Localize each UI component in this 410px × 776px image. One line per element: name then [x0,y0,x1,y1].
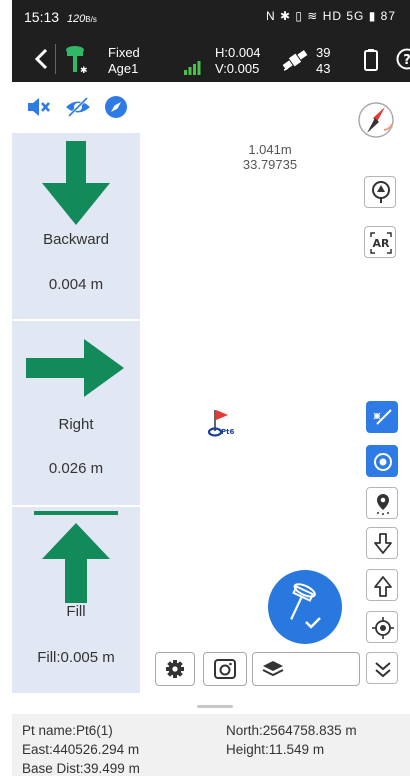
backward-cell: Backward 0.004 m [12,133,140,319]
settings-button[interactable] [155,652,195,686]
previous-point-button[interactable] [366,569,398,601]
collect-point-button[interactable] [268,570,342,644]
point-info-panel: Pt name:Pt6(1) North:2564758.835 m East:… [12,714,410,776]
layers-button[interactable] [252,652,360,686]
target-distance: 1.041m [248,142,292,157]
gear-icon [166,660,184,678]
arrow-right-icon [26,339,124,397]
svg-text:?: ? [403,53,410,68]
chevron-left-icon [34,48,48,70]
satellites-used: 43 [316,61,331,76]
fill-value: Fill:0.005 m [37,649,115,666]
camera-icon [214,659,236,679]
target-eye-icon [374,453,392,471]
north-compass-icon[interactable] [356,100,396,140]
arrow-up-outline-icon [374,576,392,597]
receiver-battery-icon[interactable] [364,49,378,71]
drag-handle[interactable] [197,705,233,708]
back-button[interactable] [32,46,52,72]
status-bar: 15:13 120B/s N ✱ ▯ ≋ HD 5G ▮ 87 [12,0,410,36]
right-label: Right [58,416,94,433]
layers-icon [262,661,284,677]
laser-icon [373,409,392,425]
locate-button[interactable] [366,611,398,643]
backward-value: 0.004 m [48,276,104,293]
arrow-down-outline-icon [374,533,392,554]
stakeout-guidance-panel: Backward 0.004 m Right 0.026 m Fill Fill… [12,133,140,693]
backward-label: Backward [43,231,109,248]
header-divider [55,44,56,74]
fill-cell: Fill Fill:0.005 m [12,507,140,693]
double-chevron-down-icon [375,662,391,678]
status-time: 15:13 120B/s [24,9,97,25]
vertical-precision: V:0.005 [215,61,260,76]
fill-label: Fill [66,603,86,620]
laser-measure-button[interactable] [366,401,398,433]
arrow-down-icon [42,141,110,225]
east-coordinate: East:440526.294 m [22,742,140,757]
target-point-flag-icon[interactable]: Pt6 [204,407,240,439]
hide-eye-icon[interactable] [64,95,92,119]
arrow-up-fill-icon [34,511,118,603]
target-bearing: 33.79735 [242,157,298,172]
crosshair-icon [372,617,394,639]
stakeout-settings-button[interactable] [364,176,396,208]
camera-button[interactable] [203,652,247,686]
satellites-tracked: 39 [316,45,331,60]
location-pin-icon [377,494,389,515]
target-point-label: Pt6 [221,428,234,436]
clock: 15:13 [24,9,60,25]
ar-icon: AR [370,232,392,254]
compass-icon[interactable] [104,95,128,119]
survey-pole-check-icon [290,583,321,629]
correction-age: Age1 [108,61,139,76]
top-bar: 15:13 120B/s N ✱ ▯ ≋ HD 5G ▮ 87 ✱ Fixed … [12,0,410,82]
fix-status: Fixed [108,45,140,60]
north-coordinate: North:2564758.835 m [226,723,357,738]
signal-strength-icon [184,61,204,75]
help-icon[interactable]: ? [396,48,410,70]
ar-view-button[interactable]: AR [364,226,396,258]
point-name: Pt name:Pt6(1) [22,723,113,738]
network-speed-unit: B/s [85,15,97,24]
height-value: Height:11.549 m [226,742,325,757]
gnss-receiver-icon[interactable]: ✱ [64,44,88,76]
location-navigation-icon [372,181,390,203]
next-point-button[interactable] [366,527,398,559]
ar-label: AR [373,237,391,250]
mute-icon[interactable] [26,96,52,118]
right-cell: Right 0.026 m [12,321,140,505]
horizontal-precision: H:0.004 [215,45,261,60]
network-speed: 120 [66,13,86,25]
center-on-position-button[interactable] [366,445,398,477]
point-location-button[interactable] [366,487,398,519]
status-icons: N ✱ ▯ ≋ HD 5G ▮ 87 [265,9,396,23]
right-value: 0.026 m [48,460,104,477]
svg-text:✱: ✱ [80,66,88,74]
satellite-icon[interactable] [280,46,310,74]
expand-more-button[interactable] [366,652,398,684]
base-distance: Base Dist:39.499 m [22,761,140,776]
